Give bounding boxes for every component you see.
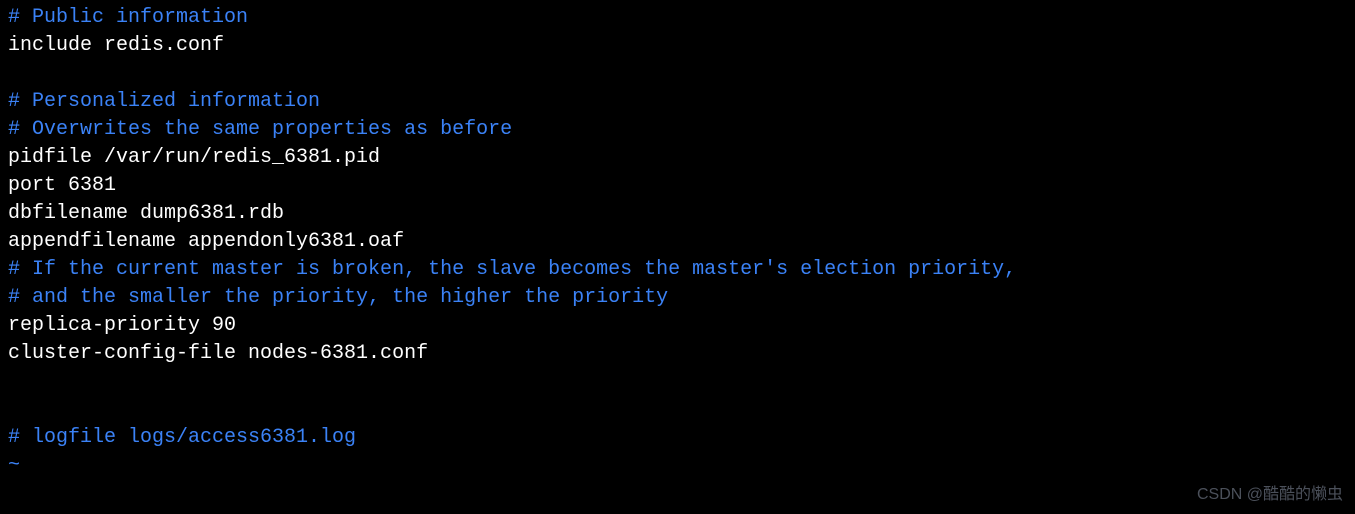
watermark-text: CSDN @酷酷的懒虫 [1197, 484, 1343, 506]
config-comment: # Overwrites the same properties as befo… [8, 116, 1347, 144]
config-directive: replica-priority 90 [8, 312, 1347, 340]
config-comment: # logfile logs/access6381.log [8, 424, 1347, 452]
config-directive: cluster-config-file nodes-6381.conf [8, 340, 1347, 368]
config-directive: port 6381 [8, 172, 1347, 200]
config-comment: # If the current master is broken, the s… [8, 256, 1347, 284]
config-directive: include redis.conf [8, 32, 1347, 60]
config-comment: # and the smaller the priority, the high… [8, 284, 1347, 312]
config-directive: pidfile /var/run/redis_6381.pid [8, 144, 1347, 172]
config-comment: # Public information [8, 4, 1347, 32]
config-comment: # Personalized information [8, 88, 1347, 116]
config-directive: dbfilename dump6381.rdb [8, 200, 1347, 228]
editor-content[interactable]: # Public information include redis.conf … [8, 4, 1347, 480]
blank-line [8, 368, 1347, 396]
config-directive: appendfilename appendonly6381.oaf [8, 228, 1347, 256]
vim-tilde: ~ [8, 452, 1347, 480]
blank-line [8, 60, 1347, 88]
blank-line [8, 396, 1347, 424]
